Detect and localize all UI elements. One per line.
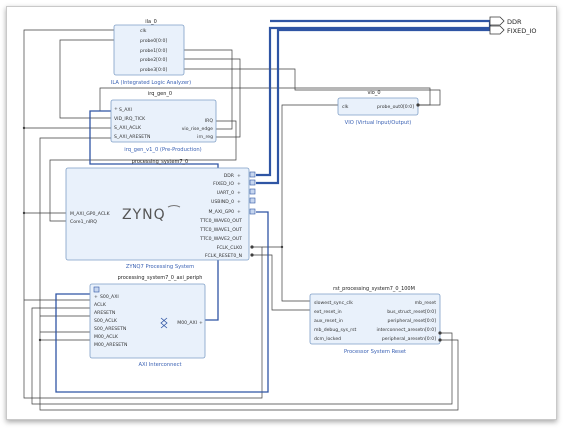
ps7-right-pin: USBIND_0 (211, 199, 234, 205)
irq-left-pin: VID_IRQ_TICK (114, 116, 146, 122)
port-fixed-io-label: FIXED_IO (507, 27, 537, 35)
connection-dot (438, 338, 442, 342)
bus-port-icon (249, 188, 256, 195)
irq-gen-caption: irq_gen_v1_0 (Pre-Production) (124, 147, 201, 153)
connection-dot (38, 338, 42, 342)
irq-right-pin: IRQ (205, 118, 214, 124)
axi-expand-icon[interactable] (93, 286, 100, 293)
ps7-left-pin: M_AXI_GP0_ACLK (70, 211, 111, 217)
vio-block[interactable]: vio_0 clk probe_out0[0:0] VIO (Virtual I… (337, 90, 419, 126)
axi-left-pin: M00_ARESETN (94, 342, 127, 348)
ps7-right-pin: TTC0_WAVE2_OUT (199, 236, 242, 242)
vio-caption: VIO (Virtual Input/Output) (345, 120, 412, 126)
ps7-right-pin: DDR (224, 173, 235, 179)
expand-plus-icon[interactable]: + (237, 209, 241, 215)
ila-caption: ILA (Integrated Logic Analyzer) (111, 80, 191, 86)
rst-right-pin: interconnect_aresetn[0:0] (376, 327, 436, 333)
axi-instance-name: processing_system7_0_axi_periph (118, 275, 203, 281)
connection-dot (22, 211, 26, 215)
net-ila-probe0 (59, 39, 114, 119)
irq-gen-block[interactable]: irq_gen_0 + S_AXI VID_IRQ_TICK S_AXI_ACL… (110, 91, 217, 153)
ps7-right-pin: FIXED_IO (213, 181, 234, 187)
port-ddr-label: DDR (507, 18, 522, 26)
axi-left-pin: M00_ACLK (94, 334, 119, 340)
axi-interconnect-block[interactable]: processing_system7_0_axi_periph + S00_AX… (89, 275, 206, 368)
expand-plus-icon[interactable]: + (237, 181, 241, 187)
rst-left-pin: mb_debug_sys_rst (314, 327, 357, 333)
rst-block[interactable]: rst_processing_system7_0_100M slowest_sy… (309, 286, 441, 355)
connection-dot (280, 245, 284, 249)
expand-plus-icon[interactable]: + (237, 190, 241, 196)
connection-dot (416, 103, 420, 107)
ila-pin: probe2[0:0] (140, 57, 167, 63)
ila-pin: probe1[0:0] (140, 48, 167, 54)
irq-left-pin: S_AXI_ARESETN (114, 134, 150, 140)
axi-left-pin: S00_AXI (100, 294, 119, 300)
axi-caption: AXI Interconnect (138, 362, 181, 368)
vio-right-pin: probe_out0[0:0] (377, 104, 414, 110)
ila-instance-name: ila_0 (145, 19, 157, 25)
ps7-block[interactable]: processing_system7_0 M_AXI_GP0_ACLK Core… (65, 159, 256, 270)
irq-gen-instance-name: irq_gen_0 (148, 91, 172, 97)
ila-pin: probe0[0:0] (140, 38, 167, 44)
ps7-left-pin: Core1_nIRQ (70, 219, 97, 225)
ps7-right-pin: UART_0 (217, 190, 234, 196)
axi-left-pin: ACLK (94, 302, 107, 308)
rst-left-pin: aux_reset_in (314, 318, 343, 324)
rst-instance-name: rst_processing_system7_0_100M (333, 286, 415, 292)
irq-right-pin: irn_reg (197, 134, 213, 140)
connection-dot (22, 126, 26, 130)
rst-right-pin: bus_struct_reset[0:0] (387, 309, 436, 315)
ps7-right-pin: FCLK_RESET0_N (205, 253, 242, 259)
bus-port-icon (249, 179, 256, 186)
irq-pin-plus-icon: + (114, 106, 118, 112)
ps7-instance-name: processing_system7_0 (132, 159, 188, 165)
ps7-caption: ZYNQ7 Processing System (126, 264, 194, 270)
expand-plus-icon[interactable]: + (237, 173, 241, 179)
connection-dot (250, 245, 254, 249)
port-arrow-icon (489, 25, 505, 35)
ps7-right-pin: FCLK_CLK0 (217, 245, 242, 251)
ila-pin: clk (140, 28, 147, 34)
axi-right-pin: M00_AXI (177, 320, 197, 326)
net-clk-to-vio (262, 104, 338, 248)
rst-right-pin: peripheral_reset[0:0] (388, 318, 437, 324)
axi-left-pin: S00_ARESETN (94, 326, 126, 332)
ps7-right-pin: TTC0_WAVE1_OUT (199, 227, 242, 233)
port-arrow-icon (489, 16, 505, 26)
net-fclk-reset (252, 254, 310, 311)
axi-left-pin: S00_ACLK (94, 318, 118, 324)
axi-left-pin: ARESETN (94, 310, 115, 316)
external-port-fixed-io[interactable]: FIXED_IO (489, 25, 537, 35)
block-diagram: DDR FIXED_IO ila_0 clk probe0[0:0] probe… (22, 16, 537, 411)
ps7-right-pin: M_AXI_GP0 (209, 209, 235, 215)
net-clk-to-rst (281, 247, 310, 302)
bus-port-icon (249, 197, 256, 204)
axi-plus-icon[interactable]: + (94, 294, 98, 300)
rst-left-pin: slowest_sync_clk (314, 300, 353, 306)
bus-port-icon (249, 208, 256, 215)
block-design-canvas: DDR FIXED_IO ila_0 clk probe0[0:0] probe… (0, 0, 563, 429)
rst-left-pin: ext_reset_in (314, 309, 342, 315)
vio-left-pin: clk (342, 104, 349, 110)
axi-plus-icon[interactable]: + (199, 320, 203, 326)
connection-dot (250, 253, 254, 257)
external-port-ddr[interactable]: DDR (489, 16, 522, 26)
rst-right-pin: peripheral_aresetn[0:0] (382, 336, 436, 342)
ila-block[interactable]: ila_0 clk probe0[0:0] probe1[0:0] probe2… (111, 19, 191, 86)
rst-right-pin: mb_reset (415, 300, 437, 306)
ila-pin: probe3[0:0] (140, 67, 167, 73)
rst-caption: Processor System Reset (344, 349, 406, 355)
irq-left-pin: S_AXI_ACLK (114, 125, 142, 131)
expand-plus-icon[interactable]: + (237, 199, 241, 205)
connection-dot (438, 331, 442, 335)
irq-left-pin: S_AXI (119, 107, 132, 113)
bus-port-icon (249, 171, 256, 178)
zynq-logo: ZYNQ (122, 207, 166, 223)
irq-right-pin: vio_rise_edge (182, 126, 213, 132)
ps7-right-pin: TTC0_WAVE0_OUT (199, 218, 242, 224)
vio-instance-name: vio_0 (367, 90, 380, 96)
rst-left-pin: dcm_locked (314, 336, 341, 342)
